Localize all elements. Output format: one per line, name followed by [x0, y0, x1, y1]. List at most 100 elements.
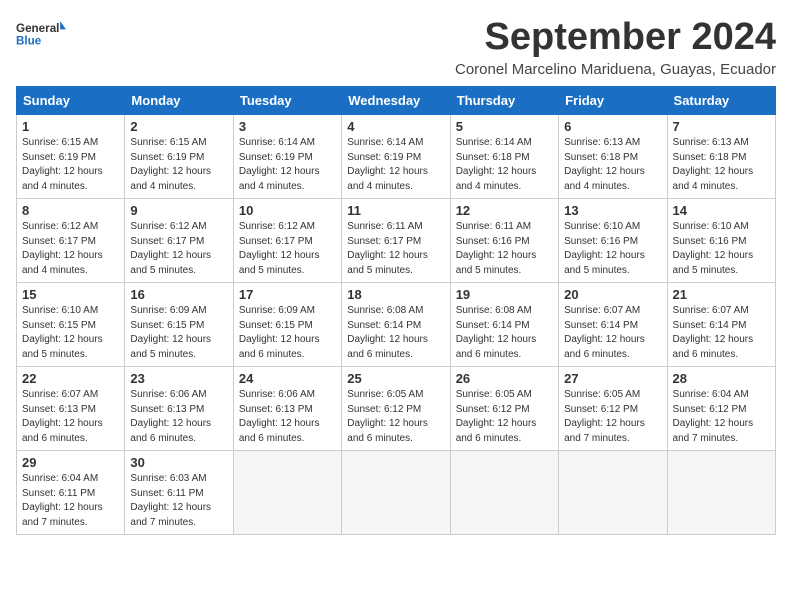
day-number: 5: [456, 119, 553, 134]
day-info: Sunrise: 6:10 AM Sunset: 6:16 PM Dayligh…: [673, 220, 770, 278]
calendar-cell: 11 Sunrise: 6:11 AM Sunset: 6:17 PM Dayl…: [342, 199, 450, 283]
day-info: Sunrise: 6:04 AM Sunset: 6:12 PM Dayligh…: [673, 388, 770, 446]
day-info: Sunrise: 6:03 AM Sunset: 6:11 PM Dayligh…: [130, 472, 227, 530]
day-number: 20: [564, 287, 661, 302]
day-info: Sunrise: 6:14 AM Sunset: 6:18 PM Dayligh…: [456, 136, 553, 194]
day-number: 12: [456, 203, 553, 218]
logo-svg: General Blue: [16, 16, 66, 56]
day-info: Sunrise: 6:07 AM Sunset: 6:14 PM Dayligh…: [673, 304, 770, 362]
day-info: Sunrise: 6:05 AM Sunset: 6:12 PM Dayligh…: [347, 388, 444, 446]
day-number: 25: [347, 371, 444, 386]
day-info: Sunrise: 6:08 AM Sunset: 6:14 PM Dayligh…: [347, 304, 444, 362]
day-info: Sunrise: 6:12 AM Sunset: 6:17 PM Dayligh…: [22, 220, 119, 278]
day-info: Sunrise: 6:09 AM Sunset: 6:15 PM Dayligh…: [239, 304, 336, 362]
day-number: 18: [347, 287, 444, 302]
calendar-cell: 12 Sunrise: 6:11 AM Sunset: 6:16 PM Dayl…: [450, 199, 558, 283]
calendar-cell: 26 Sunrise: 6:05 AM Sunset: 6:12 PM Dayl…: [450, 367, 558, 451]
week-row-1: 1 Sunrise: 6:15 AM Sunset: 6:19 PM Dayli…: [17, 115, 776, 199]
calendar-cell: 30 Sunrise: 6:03 AM Sunset: 6:11 PM Dayl…: [125, 451, 233, 535]
svg-text:General: General: [16, 22, 59, 35]
day-info: Sunrise: 6:05 AM Sunset: 6:12 PM Dayligh…: [456, 388, 553, 446]
day-info: Sunrise: 6:06 AM Sunset: 6:13 PM Dayligh…: [239, 388, 336, 446]
day-info: Sunrise: 6:15 AM Sunset: 6:19 PM Dayligh…: [130, 136, 227, 194]
calendar-cell: 16 Sunrise: 6:09 AM Sunset: 6:15 PM Dayl…: [125, 283, 233, 367]
calendar-cell: 22 Sunrise: 6:07 AM Sunset: 6:13 PM Dayl…: [17, 367, 125, 451]
day-info: Sunrise: 6:08 AM Sunset: 6:14 PM Dayligh…: [456, 304, 553, 362]
day-info: Sunrise: 6:07 AM Sunset: 6:14 PM Dayligh…: [564, 304, 661, 362]
day-info: Sunrise: 6:11 AM Sunset: 6:17 PM Dayligh…: [347, 220, 444, 278]
day-header-thursday: Thursday: [450, 87, 558, 115]
week-row-3: 15 Sunrise: 6:10 AM Sunset: 6:15 PM Dayl…: [17, 283, 776, 367]
day-info: Sunrise: 6:10 AM Sunset: 6:16 PM Dayligh…: [564, 220, 661, 278]
calendar-cell: 23 Sunrise: 6:06 AM Sunset: 6:13 PM Dayl…: [125, 367, 233, 451]
day-number: 11: [347, 203, 444, 218]
day-info: Sunrise: 6:12 AM Sunset: 6:17 PM Dayligh…: [130, 220, 227, 278]
day-number: 14: [673, 203, 770, 218]
day-number: 21: [673, 287, 770, 302]
week-row-5: 29 Sunrise: 6:04 AM Sunset: 6:11 PM Dayl…: [17, 451, 776, 535]
day-number: 26: [456, 371, 553, 386]
day-header-monday: Monday: [125, 87, 233, 115]
month-title: September 2024: [455, 16, 776, 59]
day-number: 17: [239, 287, 336, 302]
day-number: 29: [22, 455, 119, 470]
day-number: 28: [673, 371, 770, 386]
calendar-cell: 20 Sunrise: 6:07 AM Sunset: 6:14 PM Dayl…: [559, 283, 667, 367]
day-header-tuesday: Tuesday: [233, 87, 341, 115]
calendar-cell: 28 Sunrise: 6:04 AM Sunset: 6:12 PM Dayl…: [667, 367, 775, 451]
calendar-cell: 24 Sunrise: 6:06 AM Sunset: 6:13 PM Dayl…: [233, 367, 341, 451]
calendar-cell: 8 Sunrise: 6:12 AM Sunset: 6:17 PM Dayli…: [17, 199, 125, 283]
calendar-cell: 5 Sunrise: 6:14 AM Sunset: 6:18 PM Dayli…: [450, 115, 558, 199]
day-number: 2: [130, 119, 227, 134]
day-number: 23: [130, 371, 227, 386]
day-header-saturday: Saturday: [667, 87, 775, 115]
day-header-friday: Friday: [559, 87, 667, 115]
calendar-cell: 9 Sunrise: 6:12 AM Sunset: 6:17 PM Dayli…: [125, 199, 233, 283]
week-row-4: 22 Sunrise: 6:07 AM Sunset: 6:13 PM Dayl…: [17, 367, 776, 451]
calendar-cell: 7 Sunrise: 6:13 AM Sunset: 6:18 PM Dayli…: [667, 115, 775, 199]
calendar-cell: 17 Sunrise: 6:09 AM Sunset: 6:15 PM Dayl…: [233, 283, 341, 367]
day-number: 13: [564, 203, 661, 218]
day-number: 15: [22, 287, 119, 302]
day-info: Sunrise: 6:04 AM Sunset: 6:11 PM Dayligh…: [22, 472, 119, 530]
calendar-cell: 18 Sunrise: 6:08 AM Sunset: 6:14 PM Dayl…: [342, 283, 450, 367]
day-info: Sunrise: 6:15 AM Sunset: 6:19 PM Dayligh…: [22, 136, 119, 194]
day-info: Sunrise: 6:10 AM Sunset: 6:15 PM Dayligh…: [22, 304, 119, 362]
calendar-cell: 6 Sunrise: 6:13 AM Sunset: 6:18 PM Dayli…: [559, 115, 667, 199]
day-number: 7: [673, 119, 770, 134]
day-info: Sunrise: 6:14 AM Sunset: 6:19 PM Dayligh…: [347, 136, 444, 194]
calendar-cell: 1 Sunrise: 6:15 AM Sunset: 6:19 PM Dayli…: [17, 115, 125, 199]
calendar-cell: 19 Sunrise: 6:08 AM Sunset: 6:14 PM Dayl…: [450, 283, 558, 367]
day-number: 19: [456, 287, 553, 302]
calendar-cell: 4 Sunrise: 6:14 AM Sunset: 6:19 PM Dayli…: [342, 115, 450, 199]
calendar-cell: 27 Sunrise: 6:05 AM Sunset: 6:12 PM Dayl…: [559, 367, 667, 451]
calendar-cell: [342, 451, 450, 535]
day-info: Sunrise: 6:13 AM Sunset: 6:18 PM Dayligh…: [564, 136, 661, 194]
day-info: Sunrise: 6:11 AM Sunset: 6:16 PM Dayligh…: [456, 220, 553, 278]
location-subtitle: Coronel Marcelino Mariduena, Guayas, Ecu…: [455, 61, 776, 78]
day-info: Sunrise: 6:07 AM Sunset: 6:13 PM Dayligh…: [22, 388, 119, 446]
calendar-cell: [450, 451, 558, 535]
title-section: September 2024 Coronel Marcelino Maridue…: [455, 16, 776, 78]
day-header-sunday: Sunday: [17, 87, 125, 115]
day-number: 9: [130, 203, 227, 218]
day-number: 30: [130, 455, 227, 470]
day-number: 4: [347, 119, 444, 134]
day-number: 10: [239, 203, 336, 218]
calendar-cell: 21 Sunrise: 6:07 AM Sunset: 6:14 PM Dayl…: [667, 283, 775, 367]
calendar-cell: [233, 451, 341, 535]
calendar-cell: 29 Sunrise: 6:04 AM Sunset: 6:11 PM Dayl…: [17, 451, 125, 535]
calendar-cell: 2 Sunrise: 6:15 AM Sunset: 6:19 PM Dayli…: [125, 115, 233, 199]
day-number: 24: [239, 371, 336, 386]
svg-text:Blue: Blue: [16, 34, 42, 47]
day-number: 22: [22, 371, 119, 386]
week-row-2: 8 Sunrise: 6:12 AM Sunset: 6:17 PM Dayli…: [17, 199, 776, 283]
day-number: 3: [239, 119, 336, 134]
calendar-cell: 13 Sunrise: 6:10 AM Sunset: 6:16 PM Dayl…: [559, 199, 667, 283]
day-info: Sunrise: 6:05 AM Sunset: 6:12 PM Dayligh…: [564, 388, 661, 446]
calendar-cell: 10 Sunrise: 6:12 AM Sunset: 6:17 PM Dayl…: [233, 199, 341, 283]
calendar-cell: 15 Sunrise: 6:10 AM Sunset: 6:15 PM Dayl…: [17, 283, 125, 367]
calendar-cell: [559, 451, 667, 535]
day-number: 1: [22, 119, 119, 134]
day-info: Sunrise: 6:14 AM Sunset: 6:19 PM Dayligh…: [239, 136, 336, 194]
